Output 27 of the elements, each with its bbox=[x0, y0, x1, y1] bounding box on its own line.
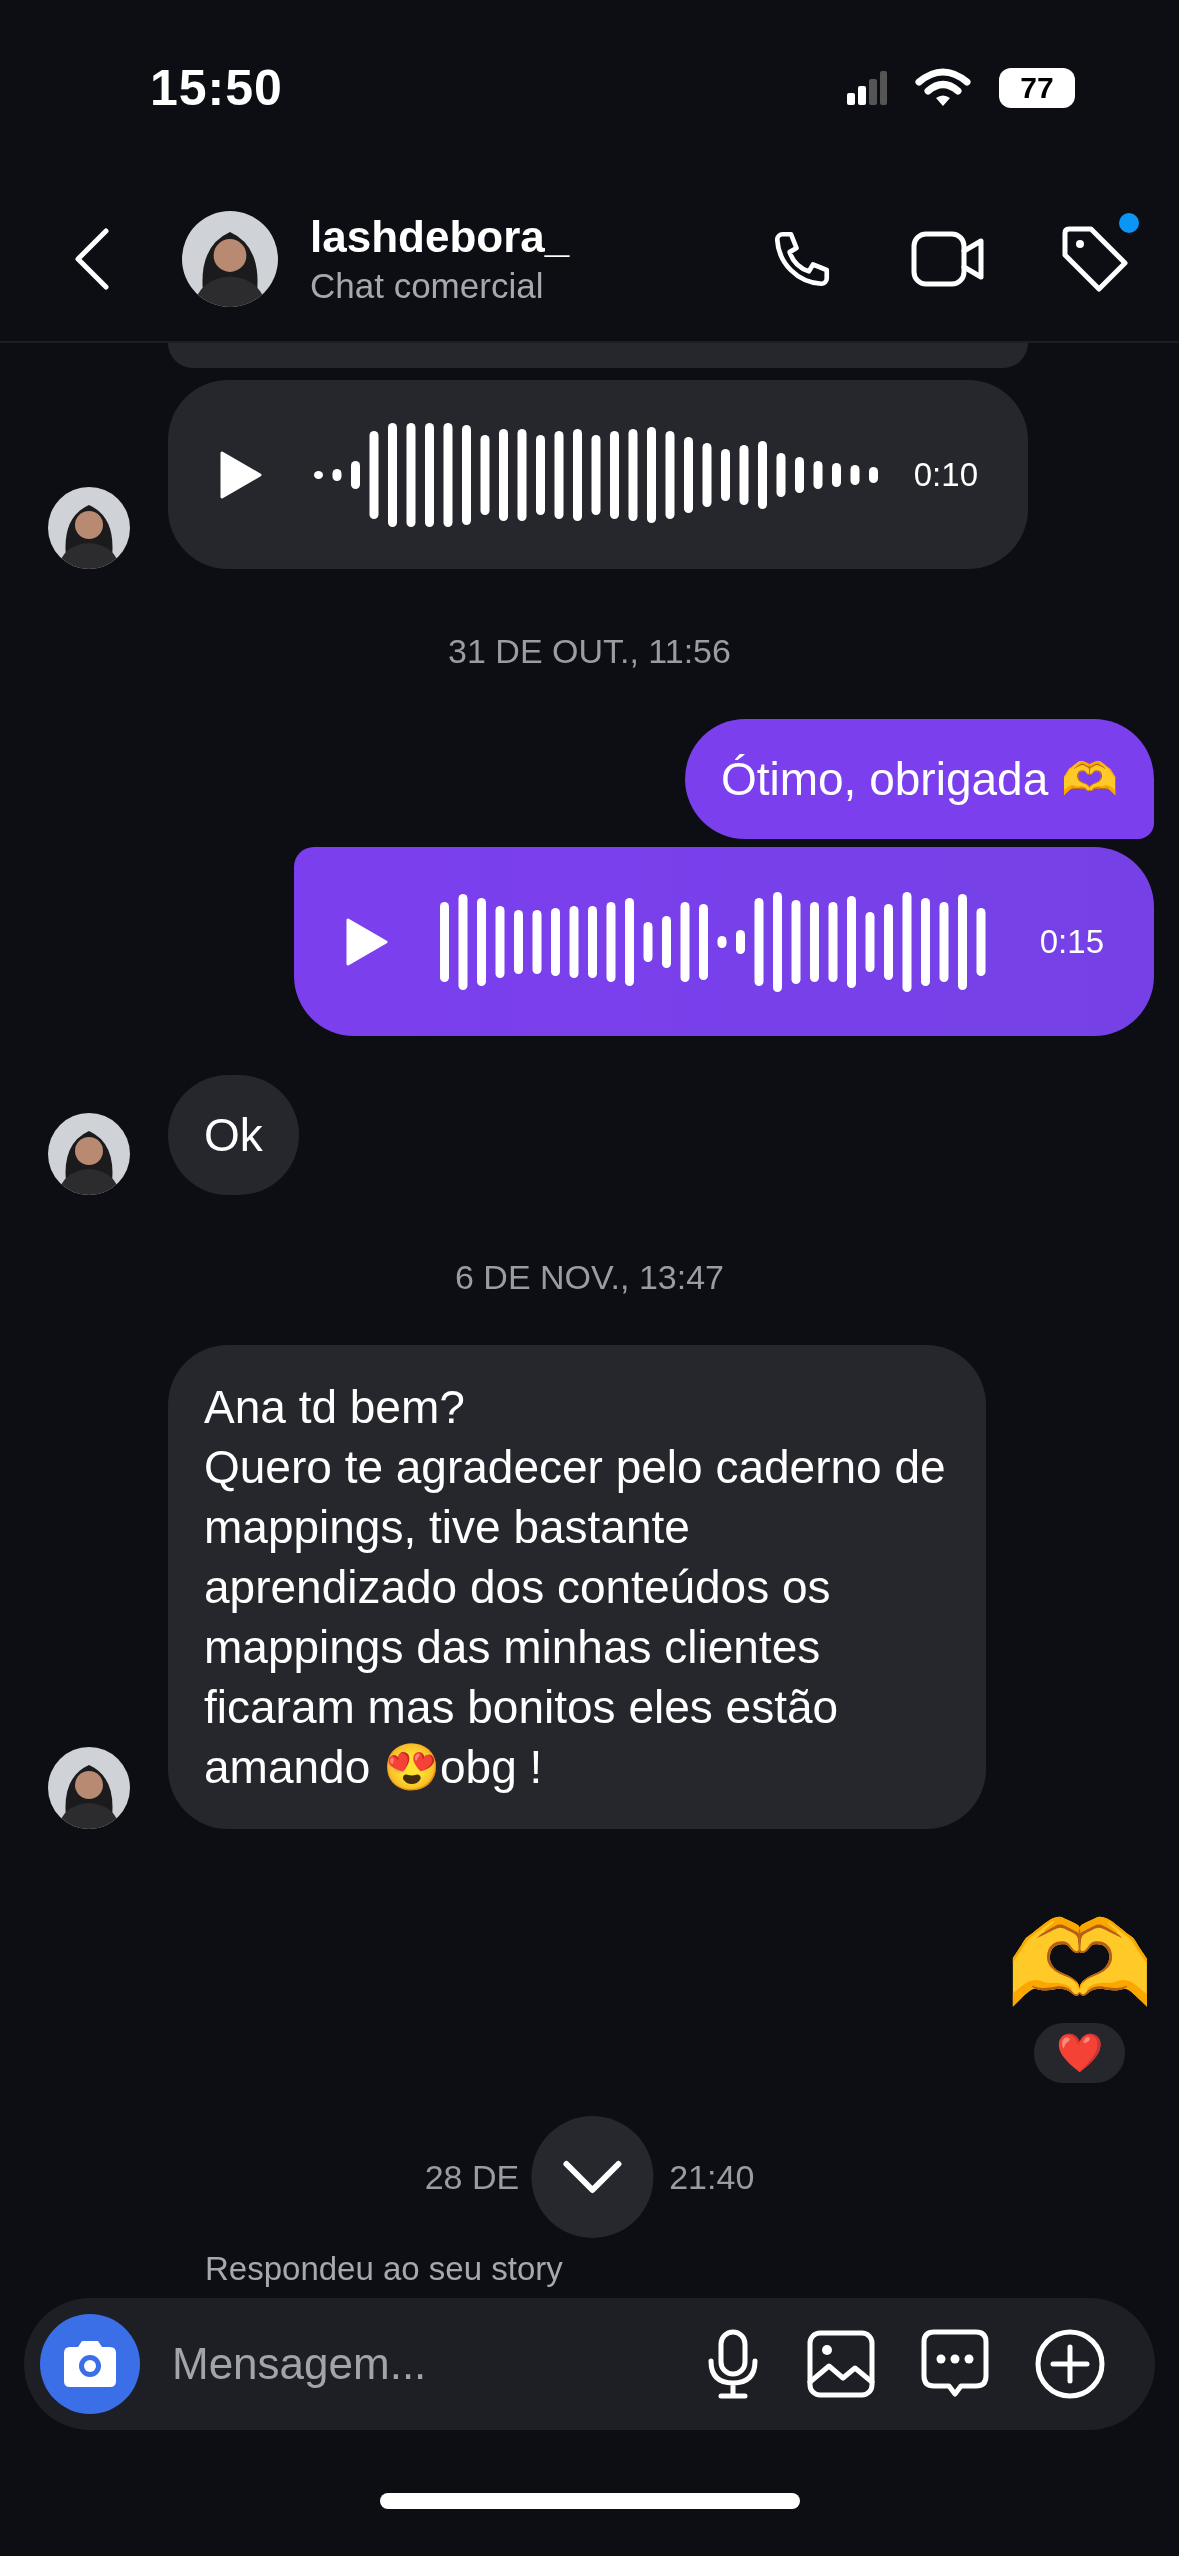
audio-duration: 0:15 bbox=[1039, 922, 1104, 961]
chevron-down-icon bbox=[561, 2160, 622, 2194]
tag-icon[interactable] bbox=[1061, 224, 1129, 293]
timestamp: 28 DE bbox=[424, 2157, 520, 2197]
timestamp: 31 DE OUT., 11:56 bbox=[447, 631, 732, 672]
wifi-icon bbox=[915, 68, 971, 108]
chat-subtitle: Chat comercial bbox=[310, 265, 545, 306]
message-bubble: Ok bbox=[168, 1075, 299, 1195]
signal-icon bbox=[847, 71, 887, 105]
contact-name[interactable]: lashdebora_ bbox=[310, 211, 769, 262]
video-camera-icon[interactable] bbox=[911, 230, 985, 287]
voice-message[interactable]: 0:10 bbox=[168, 380, 1028, 569]
message-bubble: Ana td bem? Quero te agradecer pelo caderno de mappings, tive bastante aprendizado dos conteúdos os mappings das minhas clientes ficaram mas bonitos eles estão amando 😍obg ! bbox=[168, 1345, 986, 1829]
gallery-icon[interactable] bbox=[807, 2330, 875, 2398]
message-bubble: Ótimo, obrigada 🫶 bbox=[684, 719, 1154, 839]
audio-duration: 0:10 bbox=[913, 455, 978, 494]
play-icon[interactable] bbox=[220, 450, 262, 499]
timestamp: 6 DE NOV., 13:47 bbox=[454, 1257, 725, 1298]
status-time: 15:50 bbox=[150, 59, 283, 117]
sticker-chat-icon[interactable] bbox=[921, 2329, 989, 2399]
story-reply-note: Respondeu ao seu story bbox=[204, 2250, 564, 2289]
timestamp: 21:40 bbox=[669, 2157, 755, 2197]
back-button[interactable] bbox=[72, 226, 110, 291]
battery-indicator: 77 bbox=[999, 68, 1075, 108]
plus-icon[interactable] bbox=[1035, 2329, 1105, 2399]
message-input[interactable]: Mensagem... bbox=[170, 2338, 705, 2390]
voice-message[interactable]: 0:15 bbox=[294, 847, 1154, 1036]
